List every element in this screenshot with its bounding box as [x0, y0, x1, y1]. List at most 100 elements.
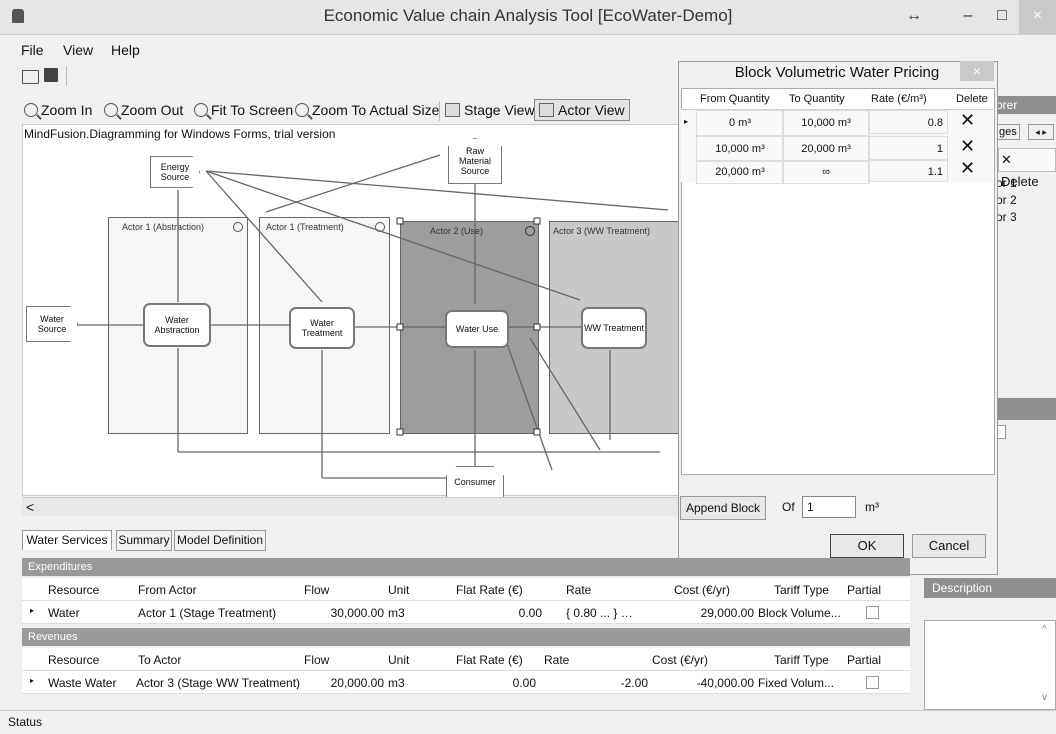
delete-row-icon[interactable]: ✕: [960, 158, 975, 179]
current-row-marker: ▸: [684, 117, 689, 126]
col-delete: Delete: [956, 93, 988, 105]
diagram-hscrollbar[interactable]: [22, 497, 682, 516]
cell-resource[interactable]: Waste Water: [48, 676, 116, 690]
unit-label: m³: [865, 500, 879, 514]
from-cell[interactable]: 20,000 m³: [696, 160, 784, 184]
maximize-button[interactable]: □: [984, 0, 1020, 34]
dialog-title: Block Volumetric Water Pricing: [734, 64, 940, 81]
raw-material-node[interactable]: Raw Material Source: [448, 138, 502, 184]
close-button[interactable]: ×: [1019, 0, 1056, 34]
delete-row-icon[interactable]: ✕: [960, 110, 975, 131]
tab-scroll-arrows[interactable]: ◂ ▸: [1028, 124, 1054, 140]
tab-model-definition[interactable]: Model Definition: [174, 530, 266, 551]
delete-x-icon: ✕: [1001, 152, 1012, 167]
cell-tariff[interactable]: Block Volume...: [758, 606, 841, 620]
revenues-header: [22, 628, 910, 646]
of-label: Of: [782, 500, 795, 514]
status-bar: [0, 710, 1056, 734]
minimize-button[interactable]: –: [950, 0, 986, 34]
water-source-node[interactable]: Water Source: [26, 306, 78, 342]
col-partial: Partial: [847, 653, 882, 667]
status-text: Status: [8, 715, 43, 729]
col-tariff: Tariff Type: [774, 583, 829, 597]
rate-cell[interactable]: 0.8: [868, 110, 948, 134]
cell-flat-rate[interactable]: 0.00: [456, 676, 536, 690]
rate-cell[interactable]: 1: [868, 136, 948, 160]
partial-checkbox[interactable]: [866, 606, 879, 619]
properties-header: [996, 398, 1056, 420]
col-flow: Flow: [304, 583, 330, 597]
cell-flow[interactable]: 30,000.00: [304, 606, 384, 620]
col-tariff: Tariff Type: [774, 653, 829, 667]
dialog-close-button[interactable]: ×: [960, 61, 994, 81]
scroll-left-button[interactable]: <: [26, 499, 34, 515]
cell-flow[interactable]: 20,000.00: [304, 676, 384, 690]
col-resource: Resource: [48, 653, 100, 667]
water-abstraction-node[interactable]: Water Abstraction: [143, 303, 211, 347]
partial-checkbox[interactable]: [866, 676, 879, 689]
scroll-up-icon[interactable]: ^: [1042, 624, 1047, 635]
row-marker: ▸: [30, 676, 35, 685]
col-flat: Flat Rate (€): [456, 653, 523, 667]
ok-button[interactable]: OK: [830, 534, 904, 558]
explorer-header: orer: [996, 96, 1056, 114]
cell-rate[interactable]: { 0.80 ... } …: [566, 606, 633, 620]
expenditures-title: Expenditures: [28, 561, 93, 573]
cell-rate[interactable]: -2.00: [544, 676, 648, 690]
cell-tariff[interactable]: Fixed Volum...: [758, 676, 834, 690]
col-cost: Cost (€/yr): [652, 653, 709, 667]
expenditures-header: [22, 558, 910, 576]
block-size-input[interactable]: 1: [802, 496, 856, 518]
append-block-button[interactable]: Append Block: [680, 496, 767, 520]
col-flat: Flat Rate (€): [456, 583, 523, 597]
consumer-node[interactable]: Consumer: [446, 466, 504, 498]
col-actor: To Actor: [138, 653, 182, 667]
col-partial: Partial: [847, 583, 882, 597]
cell-unit[interactable]: m3: [388, 606, 405, 620]
col-flow: Flow: [304, 653, 330, 667]
cell-flat-rate[interactable]: 0.00: [456, 606, 542, 620]
tab-water-services[interactable]: Water Services: [22, 530, 112, 550]
delete-row-icon[interactable]: ✕: [960, 136, 975, 157]
explorer-item[interactable]: or 2: [996, 193, 1017, 207]
col-rate: Rate: [544, 653, 570, 667]
description-header: Description: [924, 578, 1056, 598]
explorer-tab[interactable]: ges: [996, 124, 1020, 140]
col-actor: From Actor: [138, 583, 197, 597]
description-box[interactable]: [924, 620, 1056, 710]
explorer-item[interactable]: or 3: [996, 210, 1017, 224]
explorer-delete-button[interactable]: ✕ Delete: [998, 148, 1056, 189]
cell-actor[interactable]: Actor 3 (Stage WW Treatment): [136, 676, 300, 690]
tab-summary[interactable]: Summary: [116, 530, 172, 551]
scroll-down-icon[interactable]: v: [1042, 692, 1047, 703]
energy-source-node[interactable]: Energy Source: [150, 156, 200, 188]
from-cell[interactable]: 0 m³: [696, 110, 784, 136]
cell-unit[interactable]: m3: [388, 676, 405, 690]
ww-treatment-node[interactable]: WW Treatment: [581, 307, 647, 349]
row-marker: ▸: [30, 606, 35, 615]
cell-actor[interactable]: Actor 1 (Stage Treatment): [138, 606, 276, 620]
cell-cost[interactable]: -40,000.00: [652, 676, 754, 690]
revenues-title: Revenues: [28, 631, 78, 643]
col-resource: Resource: [48, 583, 100, 597]
col-to: To Quantity: [789, 93, 845, 105]
cancel-button[interactable]: Cancel: [912, 534, 986, 558]
water-use-node[interactable]: Water Use: [445, 310, 509, 348]
col-cost: Cost (€/yr): [674, 583, 731, 597]
to-cell[interactable]: 10,000 m³: [782, 110, 870, 136]
to-cell[interactable]: ∞: [782, 160, 870, 184]
rate-cell[interactable]: 1.1: [868, 160, 948, 182]
cell-resource[interactable]: Water: [48, 606, 80, 620]
explorer-item[interactable]: or 1: [996, 176, 1017, 190]
col-rate: Rate (€/m³): [871, 93, 927, 105]
to-cell[interactable]: 20,000 m³: [782, 136, 870, 162]
col-from: From Quantity: [700, 93, 770, 105]
cell-cost[interactable]: 29,000.00: [674, 606, 754, 620]
col-rate: Rate: [566, 583, 592, 597]
col-unit: Unit: [388, 653, 410, 667]
resize-icon[interactable]: ↔: [896, 0, 932, 34]
col-unit: Unit: [388, 583, 410, 597]
water-treatment-node[interactable]: Water Treatment: [289, 307, 355, 349]
from-cell[interactable]: 10,000 m³: [696, 136, 784, 162]
diagram-links: [74, 154, 669, 479]
